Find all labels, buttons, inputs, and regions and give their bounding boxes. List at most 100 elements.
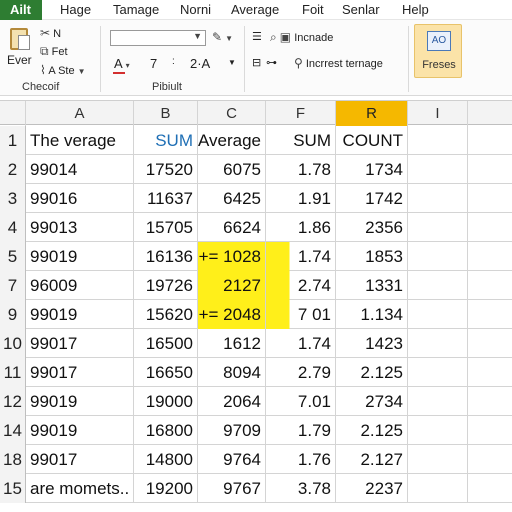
cell-a[interactable]: 99016 xyxy=(26,184,134,213)
cell-next[interactable] xyxy=(468,416,512,445)
cell-f[interactable]: 1.76 xyxy=(266,445,336,474)
cell-i[interactable] xyxy=(408,213,468,242)
column-header-a[interactable]: A xyxy=(26,101,134,126)
column-header-f[interactable]: F xyxy=(266,101,336,126)
cell-c[interactable]: 1612 xyxy=(198,329,266,358)
menu-font[interactable]: Foit xyxy=(302,0,324,20)
cell-r[interactable]: 1.134 xyxy=(336,300,408,329)
cell-f[interactable]: 2.74 xyxy=(266,271,336,300)
cell-a[interactable]: 99014 xyxy=(26,155,134,184)
chevron-down-icon[interactable]: ▼ xyxy=(228,58,236,67)
menu-average[interactable]: Average xyxy=(231,0,279,20)
format-dropdown[interactable]: ✎ ▼ xyxy=(212,30,233,44)
cell-i[interactable] xyxy=(408,271,468,300)
cell-next[interactable] xyxy=(468,271,512,300)
row-header[interactable]: 14 xyxy=(0,416,26,445)
cell-next[interactable] xyxy=(468,300,512,329)
cell-i[interactable] xyxy=(408,387,468,416)
cell-r[interactable]: 2.127 xyxy=(336,445,408,474)
cell-a[interactable]: are momets.. xyxy=(26,474,134,503)
cell-f[interactable]: 1.79 xyxy=(266,416,336,445)
row-header[interactable]: 1 xyxy=(0,126,26,155)
cell-next[interactable] xyxy=(468,126,512,155)
cell-r[interactable]: 2.125 xyxy=(336,358,408,387)
cell-next[interactable] xyxy=(468,387,512,416)
cell-next[interactable] xyxy=(468,213,512,242)
row-header[interactable]: 10 xyxy=(0,329,26,358)
cell-i[interactable] xyxy=(408,416,468,445)
cell-b[interactable]: 11637 xyxy=(134,184,198,213)
cell-c[interactable]: 6425 xyxy=(198,184,266,213)
row-header[interactable]: 18 xyxy=(0,445,26,474)
column-header-next[interactable] xyxy=(468,101,512,126)
select-all-corner[interactable] xyxy=(0,101,26,126)
font-color-button[interactable]: A ▾ xyxy=(114,56,130,71)
format-painter-button[interactable]: ⌇ A Ste ▼ xyxy=(40,63,86,77)
cut-button[interactable]: ✂ N xyxy=(40,26,61,40)
row-header[interactable]: 2 xyxy=(0,155,26,184)
row-header[interactable]: 12 xyxy=(0,387,26,416)
cell-c[interactable]: 8094 xyxy=(198,358,266,387)
cell-i[interactable] xyxy=(408,242,468,271)
cell-c[interactable]: 6075 xyxy=(198,155,266,184)
cell-c[interactable]: 9767 xyxy=(198,474,266,503)
row-header[interactable]: 3 xyxy=(0,184,26,213)
cell-next[interactable] xyxy=(468,329,512,358)
column-header-i[interactable]: I xyxy=(408,101,468,126)
copy-button[interactable]: ⧉ Fet xyxy=(40,44,68,59)
cell-b[interactable]: 19200 xyxy=(134,474,198,503)
cell-b[interactable]: 16136 xyxy=(134,242,198,271)
cell-b[interactable]: 15620 xyxy=(134,300,198,329)
cell-f[interactable]: SUM xyxy=(266,126,336,155)
cell-i[interactable] xyxy=(408,445,468,474)
cell-c[interactable]: 2064 xyxy=(198,387,266,416)
cell-b[interactable]: 16650 xyxy=(134,358,198,387)
column-header-b[interactable]: B xyxy=(134,101,198,126)
freeze-panes-button[interactable]: AO Freses xyxy=(414,24,462,78)
cell-f[interactable]: 2.79 xyxy=(266,358,336,387)
cell-r[interactable]: COUNT xyxy=(336,126,408,155)
cell-c[interactable]: 6624 xyxy=(198,213,266,242)
clipboard-label[interactable]: Ever xyxy=(7,53,32,67)
row-header[interactable]: 4 xyxy=(0,213,26,242)
cell-b[interactable]: 17520 xyxy=(134,155,198,184)
cell-r[interactable]: 1742 xyxy=(336,184,408,213)
merge-icon[interactable]: ⊶ xyxy=(266,56,277,69)
column-header-c[interactable]: C xyxy=(198,101,266,126)
cell-b[interactable]: 16800 xyxy=(134,416,198,445)
cell-a[interactable]: 99019 xyxy=(26,300,134,329)
cell-next[interactable] xyxy=(468,184,512,213)
cell-next[interactable] xyxy=(468,445,512,474)
indent-icon[interactable]: ⊟ xyxy=(252,56,261,69)
cell-i[interactable] xyxy=(408,474,468,503)
cell-r[interactable]: 1853 xyxy=(336,242,408,271)
cell-b[interactable]: 15705 xyxy=(134,213,198,242)
row-header[interactable]: 5 xyxy=(0,242,26,271)
cell-a[interactable]: 99019 xyxy=(26,387,134,416)
cell-a[interactable]: 96009 xyxy=(26,271,134,300)
cell-b[interactable]: 16500 xyxy=(134,329,198,358)
font-combo[interactable]: ▼ xyxy=(110,30,206,46)
cell-b[interactable]: 19000 xyxy=(134,387,198,416)
cell-next[interactable] xyxy=(468,358,512,387)
font-size-7[interactable]: 7 xyxy=(150,56,157,71)
increase-button[interactable]: ⚲ Incrrest ternage xyxy=(294,56,383,70)
cell-a[interactable]: 99017 xyxy=(26,445,134,474)
menu-insert[interactable]: Tamage xyxy=(113,0,159,20)
cell-c[interactable]: 2127 xyxy=(198,271,266,300)
cell-f[interactable]: 1.74 xyxy=(266,242,336,271)
menu-normal[interactable]: Norni xyxy=(180,0,211,20)
cell-f[interactable]: 1.91 xyxy=(266,184,336,213)
cell-r[interactable]: 1423 xyxy=(336,329,408,358)
font-size-2[interactable]: 2·A xyxy=(190,56,210,71)
cell-f[interactable]: 1.74 xyxy=(266,329,336,358)
cell-a[interactable]: 99013 xyxy=(26,213,134,242)
cell-next[interactable] xyxy=(468,242,512,271)
cell-f[interactable]: 1.78 xyxy=(266,155,336,184)
menu-senlar[interactable]: Senlar xyxy=(342,0,380,20)
menu-home[interactable]: Hage xyxy=(60,0,91,20)
cell-i[interactable] xyxy=(408,300,468,329)
cell-next[interactable] xyxy=(468,155,512,184)
cell-i[interactable] xyxy=(408,358,468,387)
app-tab[interactable]: Ailt xyxy=(0,0,42,20)
